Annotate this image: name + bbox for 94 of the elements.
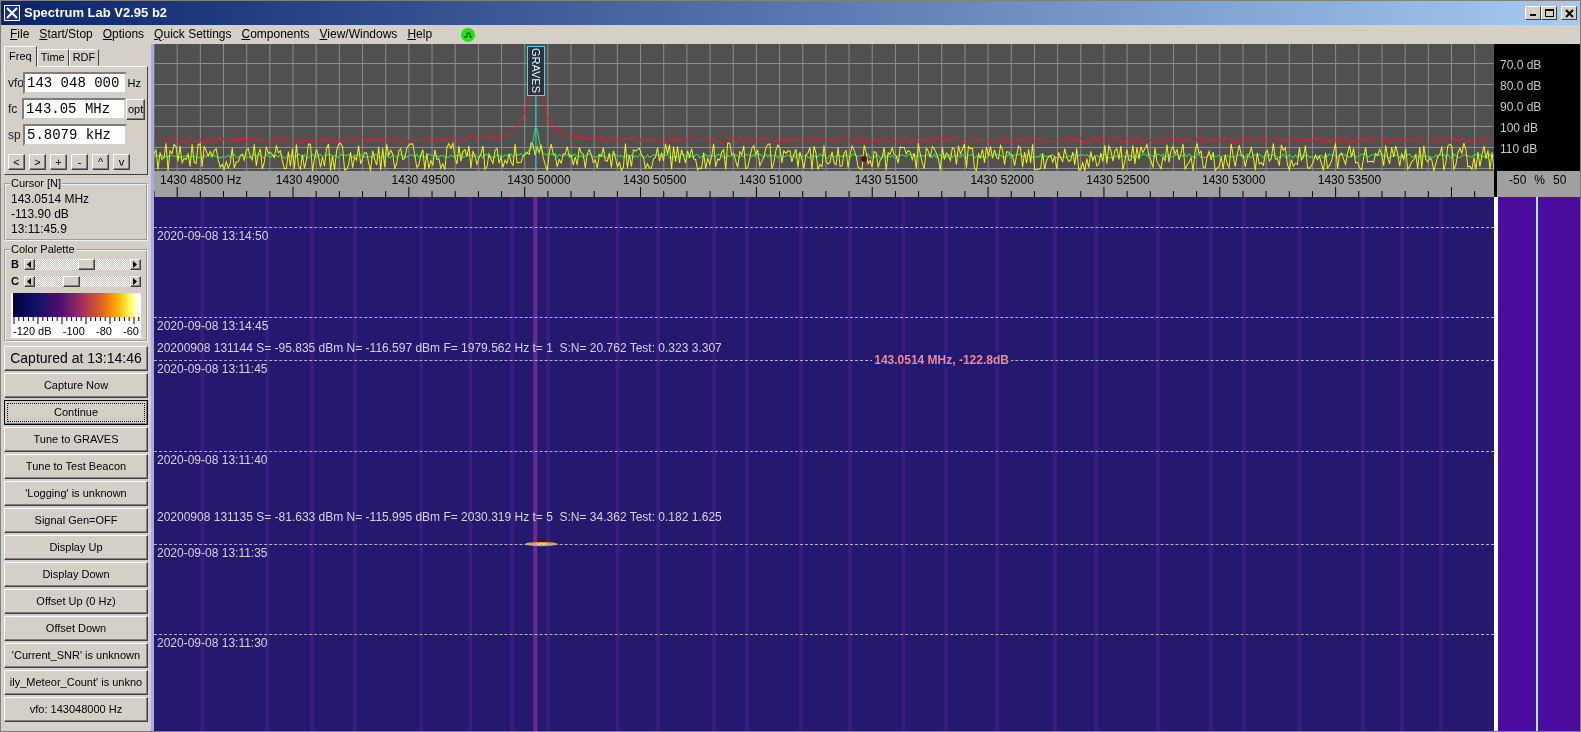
field-label: fc bbox=[8, 102, 19, 117]
scale-label: 90.0 dB bbox=[1500, 99, 1543, 116]
app-icon bbox=[4, 5, 20, 21]
scale-label: 100 dB bbox=[1500, 120, 1540, 137]
step-button[interactable]: ^ bbox=[92, 154, 109, 171]
menu-item[interactable]: Quick Settings bbox=[149, 27, 237, 42]
menu-item[interactable]: Components bbox=[236, 27, 315, 42]
axis-label: 1430 50000 bbox=[507, 173, 571, 188]
scale-label: 110 dB bbox=[1500, 141, 1539, 158]
scale-label: -120 dB bbox=[13, 324, 52, 338]
axis-label: % bbox=[1534, 173, 1545, 189]
field-label: vfo bbox=[8, 76, 23, 91]
axis-label: 1430 51500 bbox=[854, 173, 919, 188]
window-title: Spectrum Lab V2.95 b2 bbox=[24, 5, 168, 21]
tab[interactable]: Freq bbox=[4, 46, 37, 68]
slider-label: C bbox=[11, 275, 20, 289]
frequency-field[interactable]: 5.8079 kHz bbox=[23, 124, 127, 147]
maximize-icon bbox=[1543, 7, 1555, 19]
slider-track[interactable] bbox=[24, 259, 141, 271]
action-button[interactable]: Offset Up (0 Hz) bbox=[4, 588, 148, 614]
tab[interactable]: Time bbox=[36, 49, 69, 67]
action-button[interactable]: vfo: 143048000 Hz bbox=[4, 696, 148, 722]
close-icon bbox=[1563, 7, 1575, 19]
action-button[interactable]: Signal Gen=OFF bbox=[4, 507, 148, 533]
action-button[interactable]: Captured at 13:14:46 bbox=[4, 345, 148, 371]
axis-label: -50 bbox=[1509, 173, 1527, 189]
step-button[interactable]: v bbox=[113, 154, 130, 171]
arrow-left-icon bbox=[27, 261, 32, 269]
axis-label: 1430 52500 bbox=[1086, 173, 1150, 188]
minimize-button[interactable] bbox=[1525, 6, 1541, 20]
cursor-dot bbox=[861, 156, 868, 162]
action-button[interactable]: Display Down bbox=[4, 561, 148, 587]
arrow-left-icon bbox=[27, 278, 32, 286]
action-button[interactable]: Capture Now bbox=[4, 372, 148, 398]
close-button[interactable] bbox=[1561, 6, 1577, 20]
frequency-field[interactable]: 143.05 MHz bbox=[22, 98, 127, 121]
axis-label: 1430 52000 bbox=[970, 173, 1034, 188]
group-title: Cursor [N] bbox=[10, 177, 63, 191]
menu-item[interactable]: Options bbox=[97, 27, 150, 42]
slider-thumb[interactable] bbox=[77, 259, 95, 271]
timestamp-label: 2020-09-08 13:11:40 bbox=[157, 453, 268, 467]
slider-thumb[interactable] bbox=[63, 276, 81, 288]
axis-label: 1430 49000 bbox=[275, 173, 340, 188]
action-button[interactable]: Offset Down bbox=[4, 615, 148, 641]
step-button[interactable]: > bbox=[29, 154, 46, 171]
action-button[interactable]: ily_Meteor_Count' is unkno bbox=[4, 669, 148, 695]
action-button[interactable]: 'Current_SNR' is unknown bbox=[4, 642, 148, 668]
log-line: 20200908 131135 S= -81.633 dBm N= -115.995 dBm F= 2030.319 Hz t= 5 S:N= 34.362 Test: 0.182 1.625 bbox=[157, 510, 722, 524]
axis-label: 1430 53500 bbox=[1317, 173, 1382, 188]
indicator-icon bbox=[461, 27, 476, 42]
scale-label: -60 bbox=[123, 324, 139, 338]
scale-label: 80.0 dB bbox=[1500, 78, 1543, 95]
action-button[interactable]: Display Up bbox=[4, 534, 148, 560]
action-button[interactable]: Tune to Test Beacon bbox=[4, 453, 148, 479]
step-button[interactable]: < bbox=[8, 154, 25, 171]
field-label: sp bbox=[8, 128, 22, 143]
axis-label: 1430 53000 bbox=[1201, 173, 1266, 188]
log-line: 20200908 131144 S= -95.835 dBm N= -116.597 dBm F= 1979.562 Hz t= 1 S:N= 20.762 Test: 0.323 3.307 bbox=[157, 341, 722, 355]
menu-item[interactable]: Start/Stop bbox=[34, 27, 98, 42]
scale-label: -80 bbox=[95, 324, 112, 338]
axis-label: 1430 49500 bbox=[391, 173, 455, 188]
scale-label: -100 bbox=[62, 324, 85, 338]
menu-item[interactable]: File bbox=[5, 27, 35, 42]
timestamp-label: 2020-09-08 13:11:45 bbox=[157, 362, 268, 376]
unit-label: Hz bbox=[127, 76, 141, 90]
step-button[interactable]: - bbox=[71, 154, 88, 171]
axis-label: 50 bbox=[1553, 173, 1567, 189]
timestamp-label: 2020-09-08 13:14:45 bbox=[157, 319, 269, 333]
step-button[interactable]: + bbox=[50, 154, 67, 171]
action-button[interactable]: 'Logging' is unknown bbox=[4, 480, 148, 506]
minimize-icon bbox=[1530, 14, 1536, 16]
cursor-readout: 143.0514 MHz bbox=[11, 192, 91, 208]
cursor-readout: 13:11:45.9 bbox=[11, 222, 68, 238]
frequency-field[interactable]: 143 048 000 bbox=[23, 72, 127, 95]
axis-label: 1430 51000 bbox=[738, 173, 803, 188]
arrow-right-icon bbox=[133, 278, 138, 286]
options-button[interactable]: opt bbox=[126, 98, 145, 120]
slider-label: B bbox=[11, 258, 20, 272]
timestamp-label: 2020-09-08 13:11:30 bbox=[157, 636, 268, 650]
axis-label: 1430 48500 Hz bbox=[160, 173, 242, 188]
slider-track[interactable] bbox=[24, 276, 141, 288]
scale-label: 70.0 dB bbox=[1500, 57, 1543, 74]
arrow-right-icon bbox=[133, 261, 138, 269]
timestamp-label: 2020-09-08 13:11:35 bbox=[157, 546, 268, 560]
menu-item[interactable]: View/Windows bbox=[314, 27, 403, 42]
cursor-readout: 143.0514 MHz, -122.8dB bbox=[872, 352, 1011, 368]
tab[interactable]: RDF bbox=[68, 49, 100, 67]
timestamp-label: 2020-09-08 13:14:50 bbox=[157, 229, 269, 243]
maximize-button[interactable] bbox=[1541, 6, 1557, 20]
cursor-readout: -113.90 dB bbox=[11, 207, 70, 223]
action-button[interactable]: Tune to GRAVES bbox=[4, 426, 148, 452]
axis-label: 1430 50500 bbox=[623, 173, 687, 188]
action-button[interactable]: Continue bbox=[4, 399, 148, 425]
menu-item[interactable]: Help bbox=[402, 27, 438, 42]
